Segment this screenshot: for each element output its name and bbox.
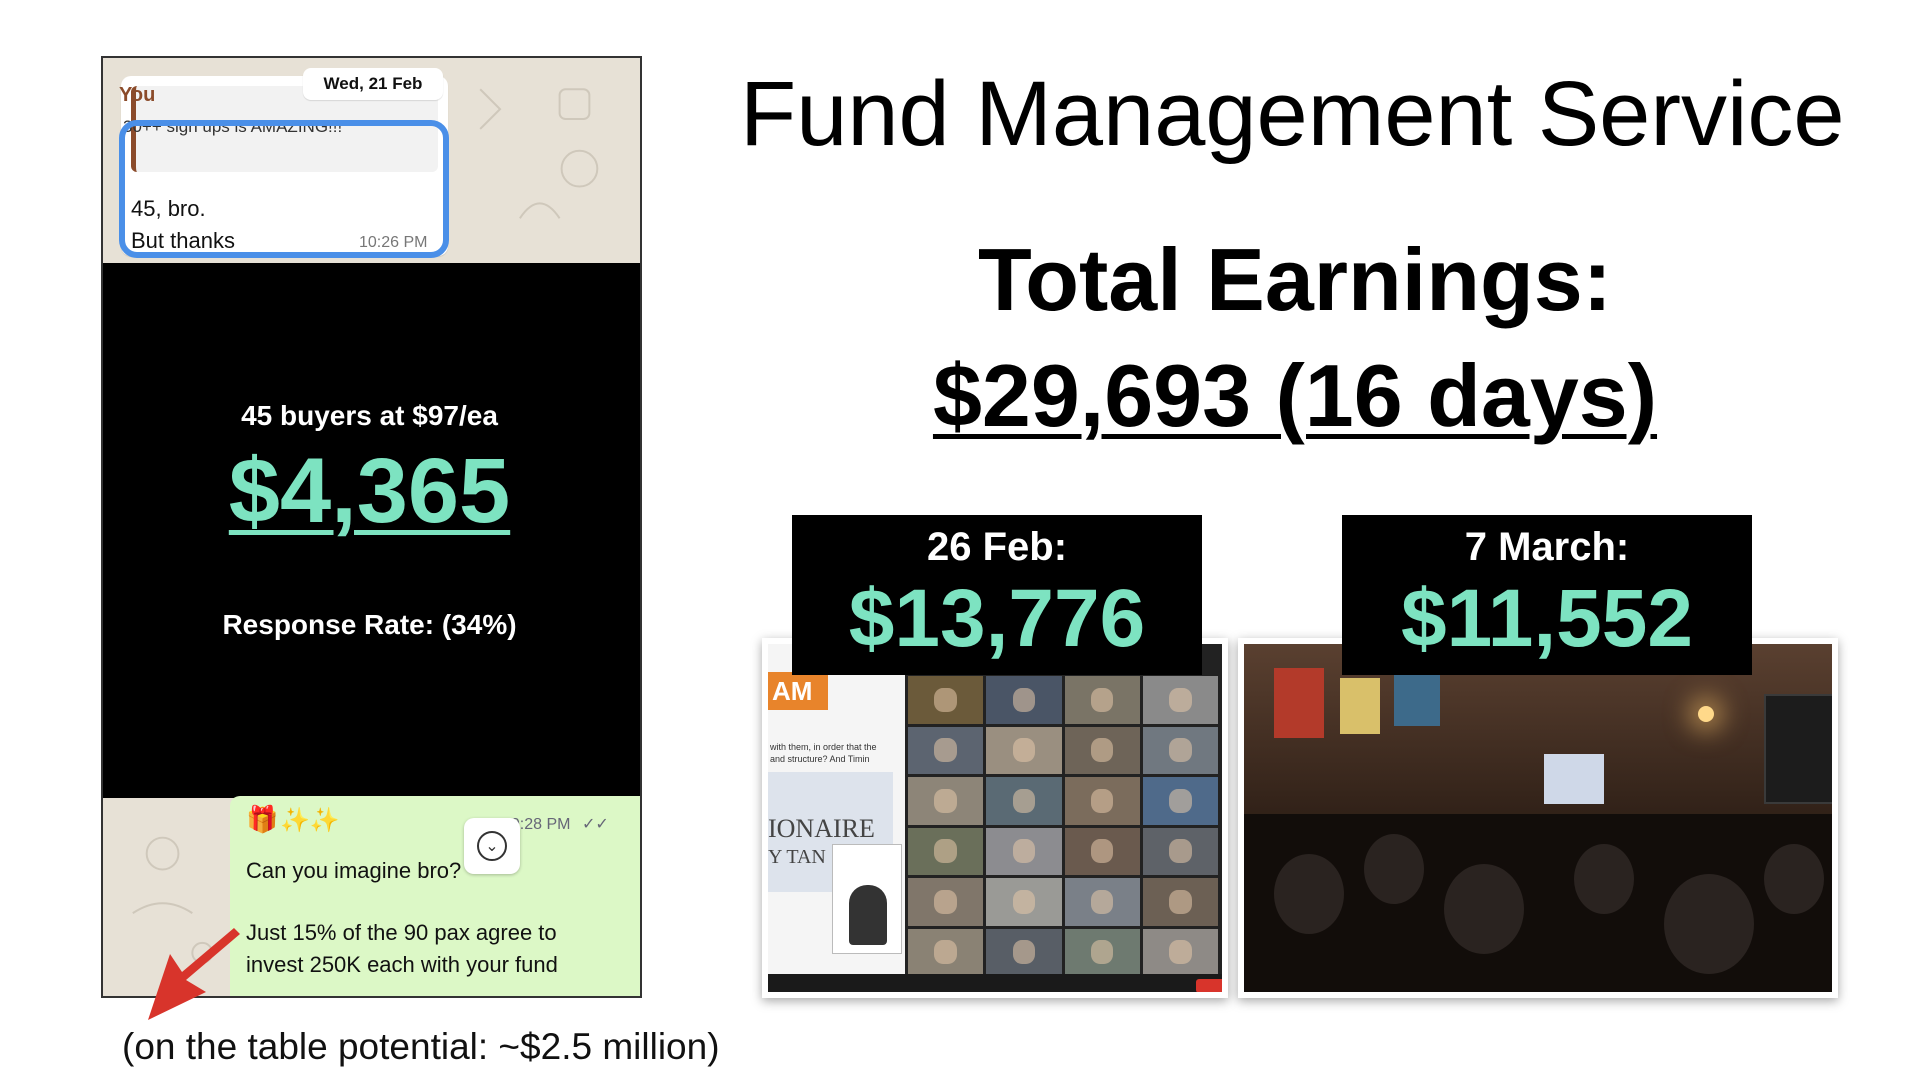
participant-tile [908,777,984,825]
total-earnings-value: $29,693 (16 days) [740,346,1850,446]
participant-tile [1142,827,1218,875]
slide-text: with them, in order that the [770,742,877,752]
participant-tile [1142,878,1218,926]
audience [1244,814,1832,992]
event-date: 26 Feb: [926,525,1068,569]
response-rate: Response Rate: (34%) [222,609,517,640]
participant-tile [1064,827,1140,875]
participant-tile [908,878,984,926]
event-label-feb: 26 Feb: $13,776 [792,515,1202,675]
total-earnings-amount: $29,693 (16 days) [932,346,1658,445]
red-arrow-icon [148,928,240,1020]
wall-poster [1340,678,1380,734]
audience-member [1444,864,1524,954]
leave-button [1196,979,1222,992]
participant-tile [986,676,1062,724]
slide-tag: AM [768,672,828,710]
event-date: 7 March: [1464,525,1630,569]
date-separator: Wed, 21 Feb [303,68,443,100]
participant-tile [1142,676,1218,724]
participant-tile [986,777,1062,825]
participant-tile [908,726,984,774]
page-title: Fund Management Service [740,63,1845,165]
participant-tile [986,827,1062,875]
gift-icon: 🎁 [246,804,279,834]
audience-member [1574,844,1634,914]
event-label-mar: 7 March: $11,552 [1342,515,1752,675]
slide-heading: IONAIRE [768,814,875,843]
sales-amount: $4,365 [101,441,638,541]
event-amount: $11,552 [1401,573,1693,664]
highlight-box [119,120,449,258]
participant-tile [908,676,984,724]
participant-tile [1142,726,1218,774]
sales-amount-value: $4,365 [228,440,511,542]
outgoing-message-line: Just 15% of the 90 pax agree to [246,920,557,945]
audience-member [1764,844,1824,914]
chevron-down-icon: ⌄ [477,831,507,861]
audience-member [1274,854,1344,934]
participant-tile [1142,777,1218,825]
meeting-toolbar [768,974,1222,992]
participant-tile [1064,777,1140,825]
quote-author: You [119,84,156,106]
scroll-down-button[interactable]: ⌄ [464,818,520,874]
participant-tile [986,726,1062,774]
participant-tile [1064,726,1140,774]
projector-screen [1544,754,1604,804]
wall-poster [1274,668,1324,738]
chalkboard [1764,694,1832,804]
participant-tile [1064,676,1140,724]
zoom-call-photo: AM with them, in order that the and stru… [762,638,1228,998]
total-earnings-label: Total Earnings: [978,230,1612,329]
meetup-event-photo [1238,638,1838,998]
participant-tile [1064,878,1140,926]
outgoing-message-line: invest 250K each with your fund [246,952,558,977]
person-photo [849,885,887,945]
event-amount: $13,776 [848,573,1146,664]
shared-slide-panel: AM with them, in order that the and stru… [768,644,905,974]
participant-tile [1064,928,1140,976]
participant-grid [908,676,1218,976]
book-cover-thumbnail [832,844,902,954]
sparkles-icon: ✨✨ [280,807,340,834]
hanging-lamp [1698,706,1714,722]
participant-tile [908,827,984,875]
participant-tile [908,928,984,976]
buyers-summary: 45 buyers at $97/ea [241,400,498,431]
potential-note: (on the table potential: ~$2.5 million) [122,1026,720,1067]
outgoing-message-line: Can you imagine bro? [246,858,462,883]
participant-tile [986,928,1062,976]
participant-tile [1142,928,1218,976]
slide-text: and structure? And Timin [770,754,870,764]
participant-tile [986,878,1062,926]
outgoing-message-bubble: 🎁 ✨✨ 10:28 PM ✓✓ Can you imagine bro? Ju… [230,796,640,996]
read-check-icon: ✓✓ [582,816,609,833]
audience-member [1664,874,1754,974]
audience-member [1364,834,1424,904]
slide-subheading: Y TAN [768,846,826,868]
